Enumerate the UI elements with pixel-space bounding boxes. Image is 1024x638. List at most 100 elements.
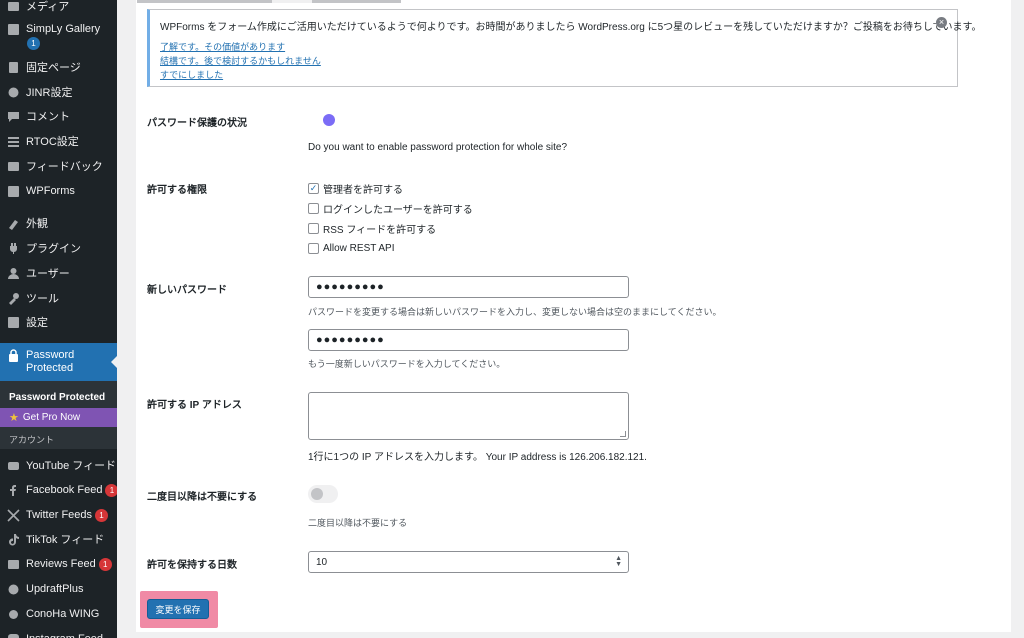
sidebar-item-label: メディア	[26, 1, 70, 13]
new-password-input[interactable]: ●●●●●●●●●	[308, 276, 629, 298]
sidebar-item-3[interactable]: JINR設定	[0, 80, 117, 104]
sidebar-item-16[interactable]: TikTok フィード	[0, 527, 117, 551]
submenu-get-pro-label: Get Pro Now	[22, 412, 81, 423]
sidebar-item-1[interactable]: SimpLy Gallery	[0, 17, 117, 41]
comment-icon	[7, 110, 20, 123]
gallery-icon	[7, 23, 20, 36]
user-icon	[7, 267, 20, 280]
permission-option[interactable]: RSS フィードを許可する	[308, 221, 437, 236]
sidebar-active-label-2: Protected	[26, 362, 74, 374]
sidebar-item-label: ConoHa WING	[26, 608, 100, 620]
sidebar-item-label: 設定	[26, 317, 48, 329]
confirm-password-input[interactable]: ●●●●●●●●●	[308, 329, 629, 351]
status-toggle[interactable]	[308, 111, 338, 129]
notification-badge: 1	[105, 483, 117, 497]
page-icon	[7, 61, 20, 74]
top-tab-strip	[137, 0, 401, 3]
permission-option[interactable]: Allow REST API	[308, 241, 395, 255]
ip-label: 許可する IP アドレス	[147, 400, 242, 411]
notice-text: WPForms をフォーム作成にご活用いただけているようで何よりです。お時間があ…	[160, 22, 982, 33]
resize-handle-icon[interactable]	[620, 431, 626, 437]
sidebar-item-0[interactable]: メディア	[0, 0, 117, 18]
appearance-icon	[7, 217, 20, 230]
conoha-icon	[7, 608, 20, 621]
checkbox[interactable]	[308, 242, 319, 254]
permission-option-label: ログインしたユーザーを許可する	[323, 204, 473, 216]
sidebar-item-11[interactable]: ツール	[0, 286, 117, 310]
checkbox[interactable]: ✓	[308, 182, 319, 194]
checkbox[interactable]	[308, 202, 319, 214]
sidebar-item-label: Instagram Feed	[26, 633, 103, 638]
submenu-account[interactable]: アカウント	[9, 433, 54, 446]
sidebar-item-14[interactable]: Facebook Feed 1	[0, 478, 117, 502]
star-icon: ★	[9, 412, 19, 424]
feedback-icon	[7, 160, 20, 173]
second-time-toggle[interactable]	[308, 485, 338, 503]
sidebar-item-label: ユーザー	[26, 268, 70, 280]
sidebar-item-label: Twitter Feeds	[26, 509, 93, 521]
wpforms-review-notice: WPForms をフォーム作成にご活用いただけているようで何よりです。お時間があ…	[147, 9, 982, 87]
sidebar-item-label: フィードバック	[26, 161, 103, 173]
top-tab-gap	[272, 0, 312, 3]
youtube-icon	[7, 459, 20, 472]
sidebar-item-password-protected[interactable]: Password Protected	[0, 343, 117, 381]
toggle-knob	[311, 488, 323, 500]
confirm-password-description: もう一度新しいパスワードを入力してください。	[308, 359, 506, 369]
sidebar-item-5[interactable]: RTOC設定	[0, 129, 117, 153]
permission-option[interactable]: ログインしたユーザーを許可する	[308, 201, 473, 216]
spinner-arrows-icon[interactable]: ▲ ▼	[615, 555, 622, 568]
sidebar-item-label: 外観	[26, 218, 48, 230]
notification-badge: 1	[98, 557, 112, 571]
close-icon[interactable]: ×	[936, 17, 947, 28]
sidebar-item-12[interactable]: 設定	[0, 310, 117, 334]
sidebar-item-13[interactable]: YouTube フィード1	[0, 453, 117, 477]
permission-option-label: RSS フィードを許可する	[323, 224, 437, 236]
checkbox[interactable]	[308, 222, 319, 234]
status-description: Do you want to enable password protectio…	[308, 142, 568, 153]
sidebar-item-label: SimpLy Gallery	[26, 23, 101, 35]
save-button[interactable]: 変更を保存	[147, 599, 209, 619]
sidebar-item-label: WPForms	[26, 185, 75, 197]
sidebar-item-label: Facebook Feed	[26, 484, 103, 496]
status-label: パスワード保護の状況	[147, 118, 247, 129]
sidebar-item-8[interactable]: 外観	[0, 211, 117, 235]
twitter-icon	[7, 508, 20, 522]
sidebar-item-18[interactable]: UpdraftPlus	[0, 577, 117, 601]
sidebar-item-2[interactable]: 固定ページ	[0, 55, 117, 79]
notice-link-done[interactable]: すでにしました	[160, 68, 223, 81]
lock-icon	[8, 349, 19, 362]
sidebar-item-label: RTOC設定	[26, 136, 79, 148]
form-icon	[7, 185, 20, 198]
sidebar-item-9[interactable]: プラグイン	[0, 236, 117, 260]
sidebar-item-4[interactable]: コメント	[0, 104, 117, 128]
sidebar-item-19[interactable]: ConoHa WING	[0, 602, 117, 626]
toggle-knob	[323, 114, 335, 126]
settings-icon	[7, 316, 20, 329]
instagram-icon	[7, 633, 20, 638]
sidebar-item-6[interactable]: フィードバック	[0, 154, 117, 178]
new-password-label: 新しいパスワード	[147, 285, 227, 296]
sidebar-item-label: ツール	[26, 293, 59, 305]
tools-icon	[7, 292, 20, 305]
submenu-title[interactable]: Password Protected	[9, 392, 105, 403]
permission-option[interactable]: ✓ 管理者を許可する	[308, 181, 403, 196]
sidebar-item-17[interactable]: Reviews Feed 1	[0, 552, 117, 576]
second-time-description: 二度目以降は不要にする	[308, 518, 408, 528]
ip-textarea[interactable]	[308, 392, 629, 440]
sidebar-item-20[interactable]: Instagram Feed	[0, 627, 117, 638]
plugin-icon	[7, 242, 20, 255]
gallery-badge: 1	[27, 37, 40, 50]
notice-link-yes[interactable]: 了解です。その価値があります	[160, 40, 285, 53]
days-value: 10	[316, 556, 328, 568]
days-input[interactable]: 10 ▲ ▼	[308, 551, 629, 573]
sidebar-item-7[interactable]: WPForms	[0, 179, 117, 203]
sidebar-item-10[interactable]: ユーザー	[0, 261, 117, 285]
admin-sidebar: メディア SimpLy Gallery 固定ページ JINR設定 コメント RTOC設定フ…	[0, 0, 117, 638]
second-time-label: 二度目以降は不要にする	[147, 492, 258, 503]
submenu-get-pro[interactable]: ★ Get Pro Now	[0, 408, 117, 427]
media-icon	[7, 0, 20, 13]
updraft-icon	[7, 583, 20, 596]
notification-badge: 1	[95, 508, 109, 522]
sidebar-item-15[interactable]: Twitter Feeds 1	[0, 503, 117, 527]
notice-link-later[interactable]: 結構です。後で検討するかもしれません	[160, 54, 321, 67]
